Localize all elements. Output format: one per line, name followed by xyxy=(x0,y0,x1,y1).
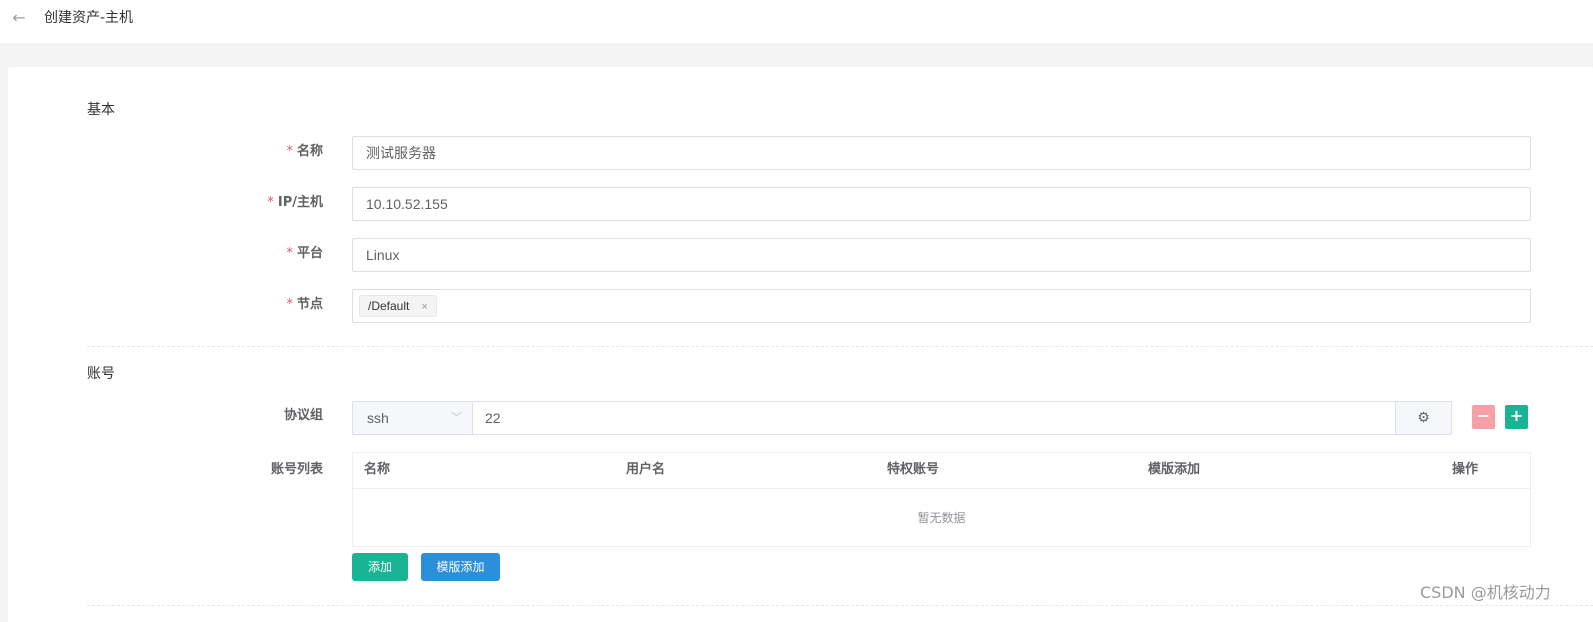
section-divider-bottom xyxy=(87,605,1593,606)
protocol-label: 协议组 xyxy=(283,408,323,423)
name-label: * 名称 xyxy=(286,144,323,159)
gear-icon: ⚙ xyxy=(1417,410,1430,426)
template-add-button[interactable]: 模版添加 xyxy=(421,553,500,581)
add-protocol-button[interactable]: + xyxy=(1505,405,1528,429)
chevron-down-icon: ﹀ xyxy=(451,412,462,424)
arrow-left-icon[interactable]: ← xyxy=(10,9,28,27)
required-mark: * xyxy=(286,297,293,312)
protocol-settings-button[interactable]: ⚙ xyxy=(1395,401,1452,435)
protocol-select-value: ssh xyxy=(367,410,389,426)
column-header-actions[interactable]: 操作 xyxy=(1452,462,1478,478)
ip-input[interactable]: 10.10.52.155 xyxy=(352,187,1531,221)
platform-label: * 平台 xyxy=(286,246,323,261)
required-mark: * xyxy=(286,144,293,159)
ip-label: * IP/主机 xyxy=(267,195,323,210)
nodes-select[interactable] xyxy=(352,289,1531,323)
close-icon[interactable]: × xyxy=(421,297,427,317)
protocol-select[interactable]: ssh ﹀ xyxy=(352,401,472,435)
nodes-label: * 节点 xyxy=(286,297,323,312)
node-tag: /Default × xyxy=(359,295,437,317)
name-input[interactable]: 测试服务器 xyxy=(352,136,1531,170)
accounts-label: 账号列表 xyxy=(270,462,323,477)
section-title-basic: 基本 xyxy=(87,102,115,118)
column-header-template[interactable]: 模版添加 xyxy=(1148,462,1200,478)
required-mark: * xyxy=(286,246,293,261)
top-bar: ← 创建资产-主机 xyxy=(0,0,1593,43)
add-account-button[interactable]: 添加 xyxy=(352,553,408,581)
node-tag-label: /Default xyxy=(368,299,410,313)
required-mark: * xyxy=(267,195,274,210)
plus-icon: + xyxy=(1509,406,1524,425)
column-header-username[interactable]: 用户名 xyxy=(626,462,665,478)
column-header-name[interactable]: 名称 xyxy=(364,462,390,478)
minus-icon: − xyxy=(1476,406,1491,425)
table-header: 名称 用户名 特权账号 模版添加 操作 xyxy=(353,453,1530,489)
section-title-account: 账号 xyxy=(87,366,115,382)
accounts-table: 名称 用户名 特权账号 模版添加 操作 暂无数据 xyxy=(352,452,1531,547)
page-title: 创建资产-主机 xyxy=(44,10,134,26)
protocol-port-input[interactable]: 22 xyxy=(472,401,1396,435)
section-divider xyxy=(87,346,1593,347)
watermark: CSDN @机核动力 xyxy=(1420,583,1551,602)
column-header-privileged[interactable]: 特权账号 xyxy=(887,462,939,478)
platform-select[interactable]: Linux xyxy=(352,238,1531,272)
remove-protocol-button[interactable]: − xyxy=(1472,405,1495,429)
table-empty-text: 暂无数据 xyxy=(917,511,966,525)
